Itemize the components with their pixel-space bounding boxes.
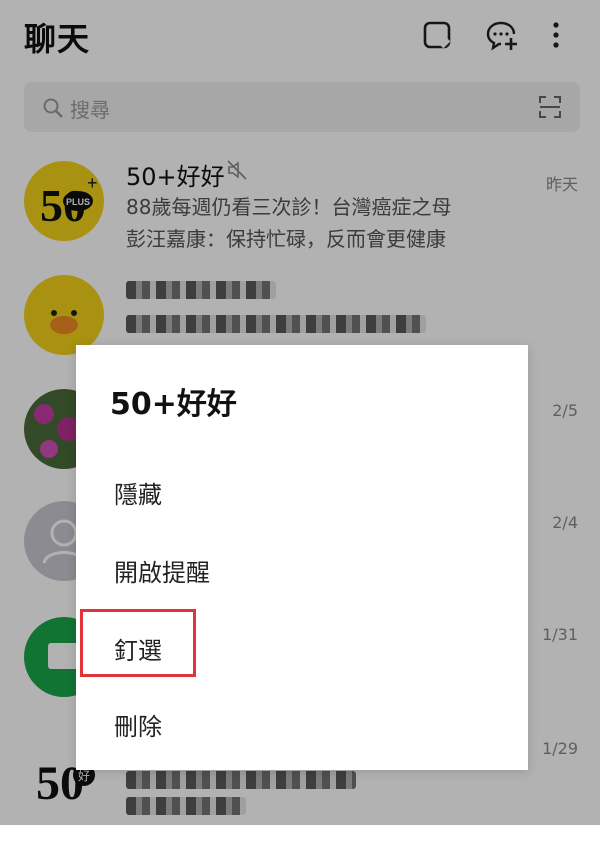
pin-highlight-box xyxy=(80,609,196,677)
menu-item-enable-notifications[interactable]: 開啟提醒 xyxy=(114,553,210,588)
chat-options-dialog: 50+好好 隱藏 開啟提醒 釘選 刪除 xyxy=(76,345,528,770)
menu-item-delete[interactable]: 刪除 xyxy=(114,707,162,742)
dialog-title: 50+好好 xyxy=(110,387,237,422)
app-screen: 聊天 搜尋 50 PLUS + 50+好好 88歲每週仍看三次診！台灣癌症之母 … xyxy=(0,0,600,825)
menu-item-hide[interactable]: 隱藏 xyxy=(114,475,162,510)
